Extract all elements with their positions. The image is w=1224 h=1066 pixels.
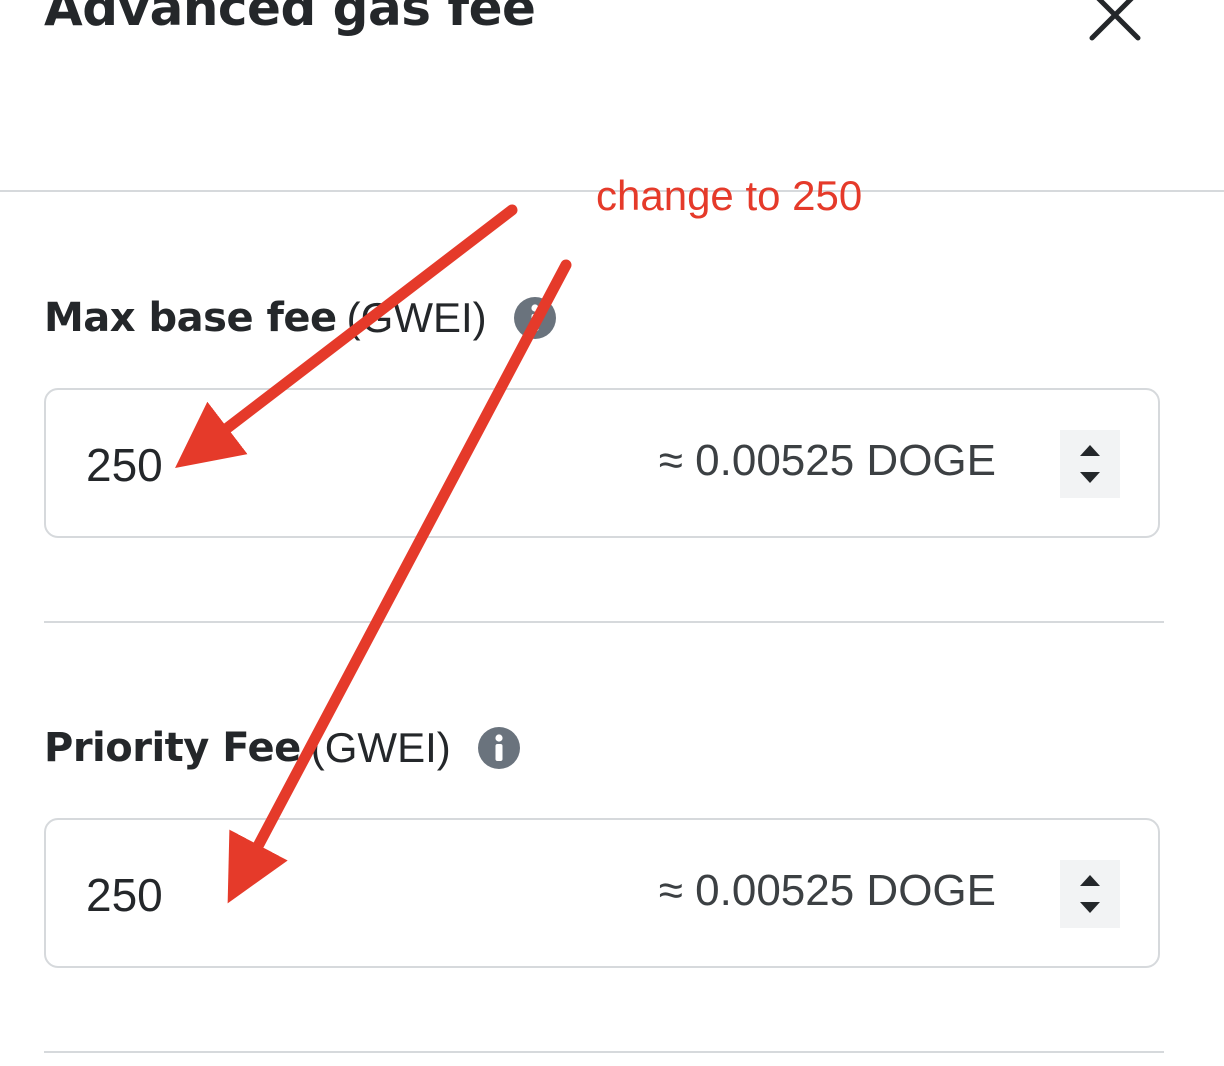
max-base-fee-label: Max base fee (GWEI) — [44, 294, 557, 342]
close-button[interactable] — [1082, 0, 1150, 44]
max-base-fee-stepper[interactable] — [1060, 430, 1120, 498]
priority-fee-stepper[interactable] — [1060, 860, 1120, 928]
priority-fee-input-box: ≈ 0.00525 DOGE — [44, 818, 1160, 968]
max-base-fee-input-box: ≈ 0.00525 DOGE — [44, 388, 1160, 538]
stepper-arrows-icon — [1080, 445, 1100, 483]
dialog-title: Advanced gas fee — [44, 0, 536, 37]
priority-fee-label-text: Priority Fee — [44, 725, 301, 771]
max-base-fee-conversion: ≈ 0.00525 DOGE — [658, 436, 996, 485]
priority-fee-input[interactable] — [86, 860, 386, 930]
priority-fee-unit: (GWEI) — [310, 724, 451, 771]
max-base-fee-label-text: Max base fee — [44, 295, 337, 341]
priority-fee-label: Priority Fee (GWEI) — [44, 724, 521, 772]
priority-fee-conversion: ≈ 0.00525 DOGE — [658, 866, 996, 915]
info-icon[interactable] — [513, 296, 557, 340]
close-icon — [1089, 0, 1141, 41]
max-base-fee-input[interactable] — [86, 430, 386, 500]
max-base-fee-unit: (GWEI) — [346, 294, 487, 341]
annotation-text: change to 250 — [596, 172, 863, 219]
annotation-arrow-priority-fee — [227, 259, 572, 904]
stepper-arrows-icon — [1080, 875, 1100, 913]
footer-divider — [44, 1051, 1164, 1053]
section-divider — [44, 621, 1164, 623]
info-icon[interactable] — [477, 726, 521, 770]
advanced-gas-fee-dialog: Advanced gas fee Max base fee (GWEI) ≈ 0… — [0, 0, 1224, 1066]
